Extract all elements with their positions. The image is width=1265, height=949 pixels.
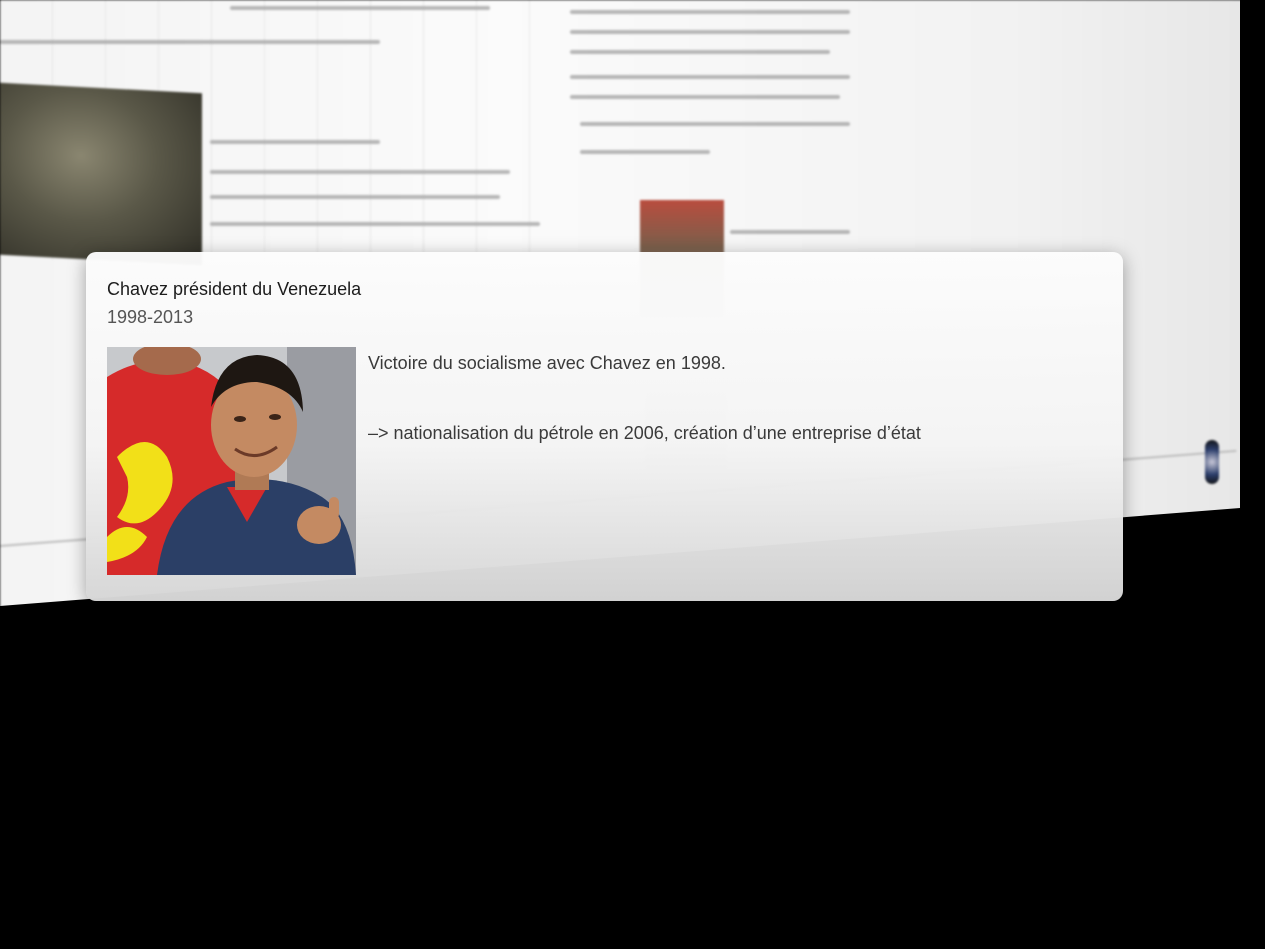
event-detail-card[interactable]: Chavez président du Venezuela 1998-2013: [86, 252, 1123, 601]
background-badge-icon: [1205, 440, 1219, 484]
background-text-line: [210, 170, 510, 174]
background-text-line: [210, 140, 380, 144]
background-text-line: [580, 122, 850, 126]
portrait-photo-icon: [107, 347, 356, 575]
background-text-line: [580, 150, 710, 154]
event-description-line: –> nationalisation du pétrole en 2006, c…: [368, 423, 921, 443]
event-title: Chavez président du Venezuela: [107, 279, 362, 299]
background-text-line: [570, 75, 850, 79]
background-text-line: [570, 30, 850, 34]
background-text-line: [210, 222, 540, 226]
event-description-line: Victoire du socialisme avec Chavez en 19…: [368, 353, 726, 373]
background-text-line: [570, 95, 840, 99]
background-text-line: [570, 10, 850, 14]
background-event-photo: [0, 82, 202, 266]
background-text-line: [0, 40, 380, 44]
background-text-line: [210, 195, 500, 199]
event-dates: 1998-2013: [107, 307, 194, 327]
background-text-line: [230, 6, 490, 10]
background-text-line: [570, 50, 830, 54]
timeline-viewer: Chavez président du Venezuela 1998-2013: [0, 0, 1265, 949]
background-text-line: [730, 230, 850, 234]
event-photo: [107, 347, 356, 575]
